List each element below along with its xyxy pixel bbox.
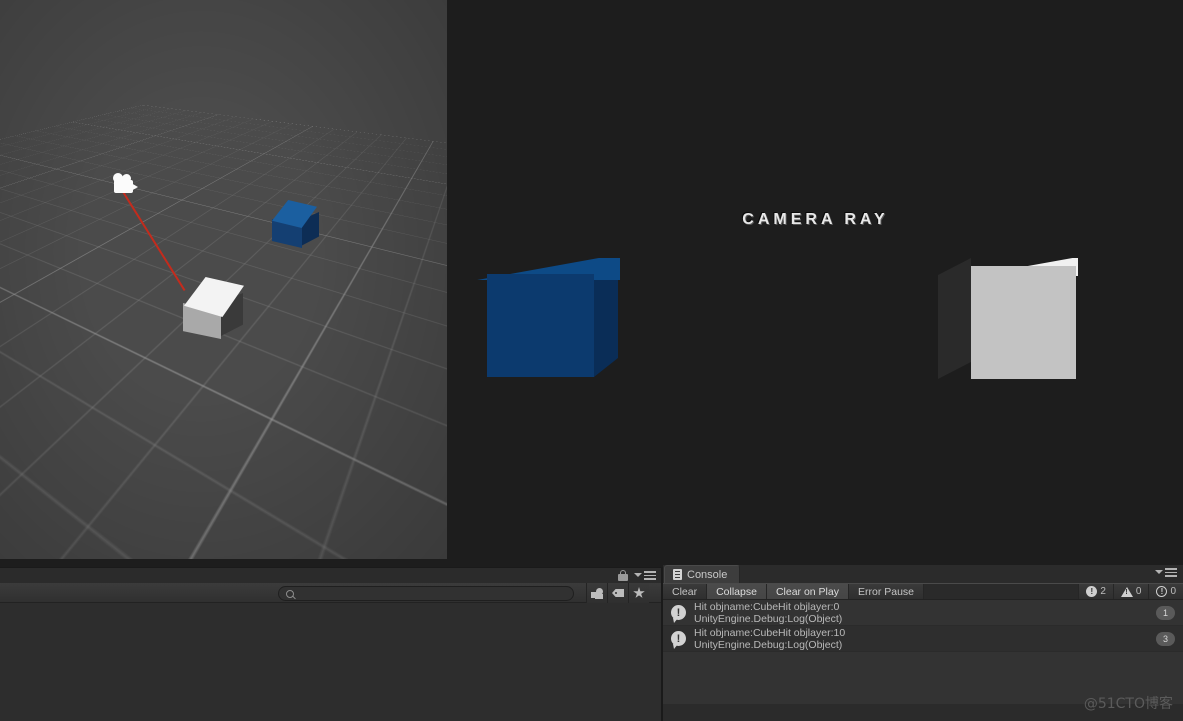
log-message-icon: ! — [671, 605, 686, 620]
log-line-stack: UnityEngine.Debug:Log(Object) — [694, 612, 843, 625]
watermark-text: @51CTO博客 — [1083, 696, 1173, 712]
tag-icon — [612, 589, 624, 597]
console-tab-label: Console — [687, 568, 728, 581]
console-toolbar: Clear Collapse Clear on Play Error Pause… — [663, 583, 1183, 600]
console-counters: ! 2 0 ! 0 — [1078, 584, 1183, 599]
panel-menu-icon[interactable] — [634, 571, 656, 580]
log-line-stack: UnityEngine.Debug:Log(Object) — [694, 638, 843, 651]
log-entry-text: Hit objname:CubeHit objlayer:0 UnityEngi… — [694, 601, 1156, 625]
search-icon — [286, 589, 294, 598]
tag-filter-button[interactable] — [607, 583, 628, 603]
error-counter[interactable]: ! 2 — [1078, 584, 1113, 599]
hierarchy-filter-buttons — [586, 583, 649, 603]
favorite-filter-button[interactable] — [628, 583, 649, 603]
hierarchy-toolbar — [0, 583, 662, 603]
console-log-list[interactable]: ! Hit objname:CubeHit objlayer:0 UnityEn… — [663, 600, 1183, 704]
scene-blue-cube[interactable] — [271, 200, 321, 250]
warning-count: 0 — [1135, 586, 1142, 597]
game-blue-cube — [468, 258, 638, 383]
lock-icon[interactable] — [618, 570, 628, 581]
error-pause-button[interactable]: Error Pause — [848, 584, 925, 599]
scene-white-cube[interactable] — [181, 277, 244, 339]
camera-lens — [131, 183, 138, 191]
info-icon: ! — [1156, 586, 1168, 597]
cube-face-front — [971, 266, 1076, 379]
layers-icon — [590, 587, 604, 599]
toolbar-spacer — [924, 584, 1079, 599]
warning-counter[interactable]: 0 — [1112, 584, 1149, 599]
chevron-down-icon — [1155, 570, 1163, 575]
log-collapse-count: 1 — [1156, 605, 1175, 620]
warning-icon — [1120, 586, 1133, 597]
console-menu-icon[interactable] — [1155, 568, 1177, 577]
hamburger-icon — [1165, 568, 1177, 577]
star-icon — [633, 587, 645, 598]
clear-on-play-button[interactable]: Clear on Play — [766, 584, 849, 599]
log-message-icon: ! — [671, 631, 686, 646]
log-entry-text: Hit objname:CubeHit objlayer:10 UnityEng… — [694, 627, 1156, 651]
collapse-button[interactable]: Collapse — [707, 584, 767, 599]
log-entry[interactable]: ! Hit objname:CubeHit objlayer:10 UnityE… — [663, 626, 1183, 652]
tab-console[interactable]: Console — [664, 565, 741, 583]
hierarchy-panel — [0, 567, 662, 721]
search-field[interactable] — [278, 586, 574, 601]
console-icon — [673, 569, 682, 580]
hierarchy-content[interactable] — [0, 603, 662, 721]
hamburger-icon — [644, 571, 656, 580]
info-counter[interactable]: ! 0 — [1148, 584, 1183, 599]
log-line-message: Hit objname:CubeHit objlayer:0 — [694, 600, 840, 613]
search-input[interactable] — [294, 588, 573, 599]
cube-face-right — [938, 258, 971, 379]
game-title-text: CAMERA RAY — [742, 211, 889, 228]
log-line-message: Hit objname:CubeHit objlayer:10 — [694, 626, 846, 639]
camera-gizmo-icon[interactable] — [110, 172, 144, 196]
chevron-down-icon — [634, 573, 642, 578]
log-collapse-count: 3 — [1156, 631, 1175, 646]
game-view[interactable]: CAMERA RAY — [448, 0, 1183, 559]
log-entry[interactable]: ! Hit objname:CubeHit objlayer:0 UnityEn… — [663, 600, 1183, 626]
info-count: 0 — [1170, 586, 1176, 597]
cube-face-front — [487, 274, 594, 377]
error-icon: ! — [1086, 586, 1098, 597]
console-tabbar: Console — [663, 565, 1183, 583]
layers-filter-button[interactable] — [586, 583, 607, 603]
hierarchy-topbar — [0, 568, 662, 583]
clear-button[interactable]: Clear — [663, 584, 708, 599]
error-count: 2 — [1100, 586, 1106, 597]
game-white-cube — [938, 250, 1098, 385]
scene-view[interactable] — [0, 0, 447, 559]
